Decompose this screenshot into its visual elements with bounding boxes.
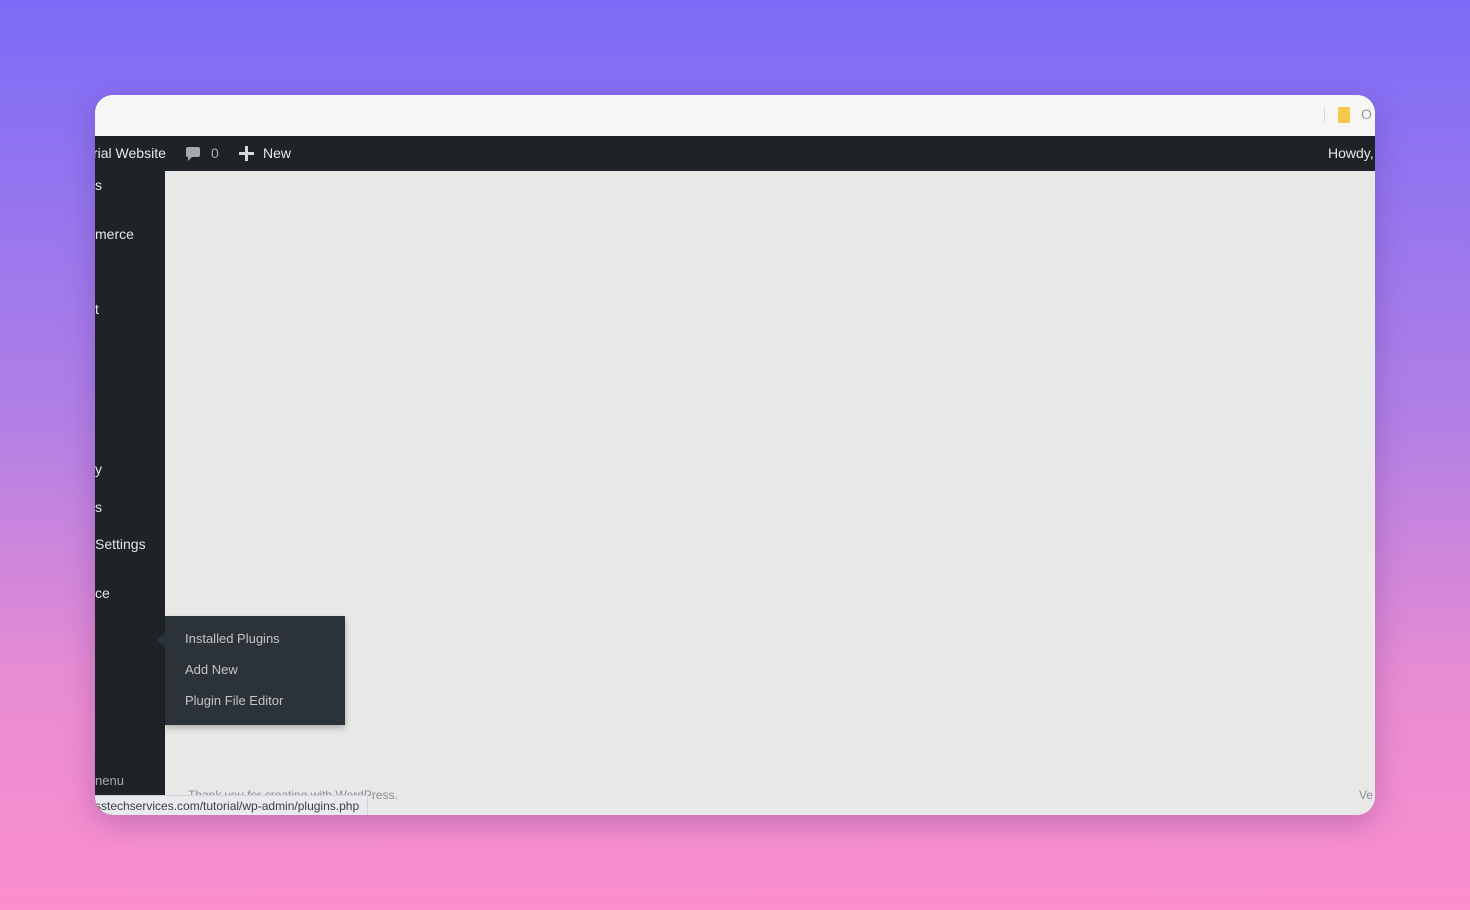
flyout-pointer: [157, 632, 165, 648]
admin-sidebar: s merce t y s Settings ce nenu: [95, 171, 165, 815]
browser-window: O rial Website 0 New Howdy, s merce t y …: [95, 95, 1375, 815]
bookmark-folder-icon[interactable]: [1338, 107, 1350, 123]
site-name-link[interactable]: rial Website: [95, 136, 166, 171]
bookmark-label[interactable]: O: [1361, 106, 1372, 122]
howdy-user-menu[interactable]: Howdy,: [1328, 136, 1374, 171]
plugins-submenu: Installed Plugins Add New Plugin File Ed…: [165, 616, 345, 725]
sidebar-item-y[interactable]: y: [95, 461, 102, 477]
collapse-menu-link[interactable]: nenu: [95, 773, 124, 788]
comment-icon[interactable]: [186, 147, 200, 161]
browser-status-bar: sstechservices.com/tutorial/wp-admin/plu…: [95, 795, 369, 815]
toolbar-divider: [1324, 107, 1325, 123]
submenu-installed-plugins[interactable]: Installed Plugins: [185, 631, 280, 646]
sidebar-item-appearance[interactable]: ce: [95, 585, 110, 601]
sidebar-item-woocommerce[interactable]: merce: [95, 226, 134, 242]
sidebar-item-settings[interactable]: Settings: [95, 536, 146, 552]
sidebar-item-s[interactable]: s: [95, 499, 102, 515]
wp-admin-bar: rial Website 0 New Howdy,: [95, 136, 1375, 171]
sidebar-item-posts[interactable]: s: [95, 177, 102, 193]
comment-count[interactable]: 0: [211, 136, 219, 171]
new-content-link[interactable]: New: [263, 136, 291, 171]
browser-toolbar: O: [95, 95, 1375, 136]
footer-version: Ve: [1359, 788, 1374, 802]
plus-icon[interactable]: [239, 146, 254, 161]
status-url: sstechservices.com/tutorial/wp-admin/plu…: [95, 799, 360, 813]
submenu-add-new[interactable]: Add New: [185, 662, 238, 677]
sidebar-item-content[interactable]: t: [95, 301, 99, 317]
submenu-plugin-file-editor[interactable]: Plugin File Editor: [185, 693, 283, 708]
